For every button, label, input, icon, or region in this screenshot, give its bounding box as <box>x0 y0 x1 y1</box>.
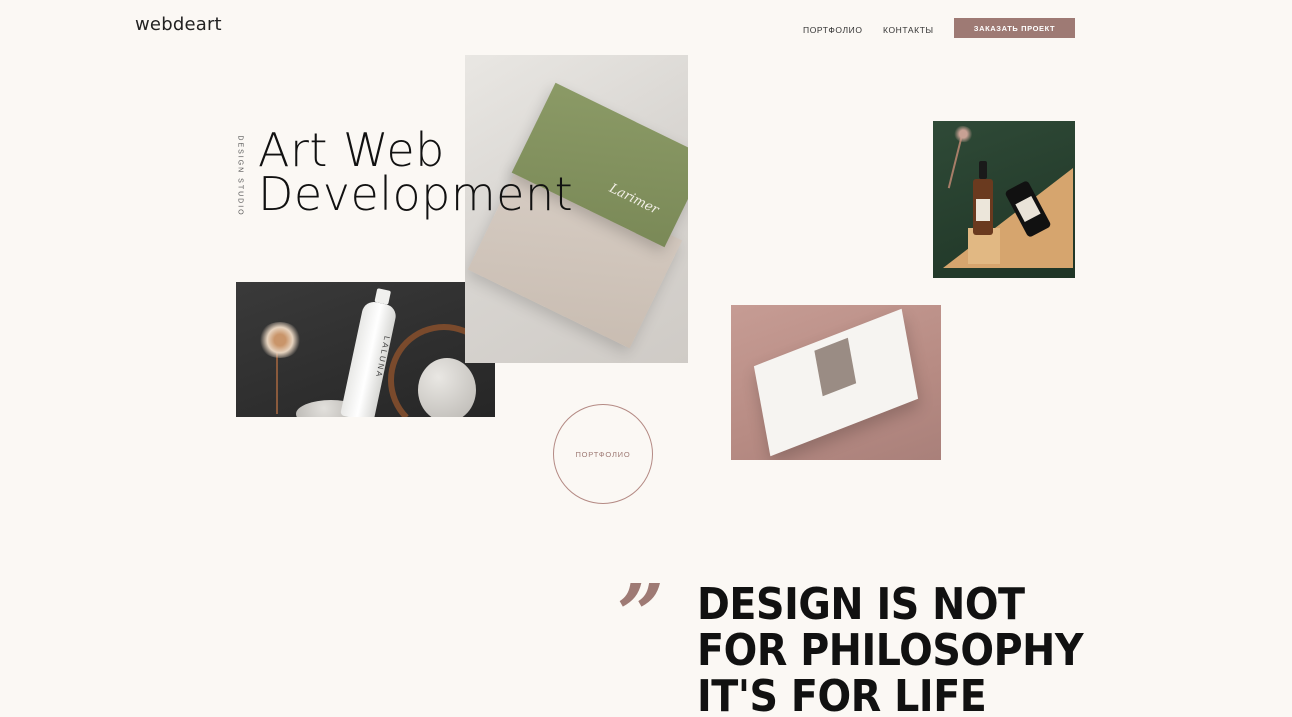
wooden-wedge <box>943 168 1073 268</box>
brochure-photo <box>731 305 941 460</box>
design-studio-label: DESIGN STUDIO <box>236 135 244 217</box>
nav-portfolio-link[interactable]: ПОРТФОЛИО <box>803 25 863 35</box>
logo[interactable]: webdeart <box>135 14 222 35</box>
quote-icon: ” <box>617 567 665 663</box>
dropper-bottle <box>973 161 993 235</box>
quote-line-3: IT'S FOR LIFE <box>697 671 987 717</box>
card-brand-text: Larimer <box>606 181 661 218</box>
quote-text: DESIGN IS NOT FOR PHILOSOPHY IT'S FOR LI… <box>697 579 1084 717</box>
order-project-button[interactable]: ЗАКАЗАТЬ ПРОЕКТ <box>954 18 1075 38</box>
lotion-bottle-photo: LALUNA <box>236 282 495 417</box>
serum-bottles-photo <box>933 121 1075 278</box>
hero-title-line-1: Art Web <box>258 123 445 177</box>
stone <box>418 358 476 417</box>
portfolio-circle-button[interactable]: ПОРТФОЛИО <box>553 404 653 504</box>
folded-brochure <box>753 308 919 457</box>
quote-line-2: FOR PHILOSOPHY <box>697 625 1084 676</box>
flower-stem <box>276 352 278 414</box>
hero-title: Art Web Development <box>258 123 574 221</box>
pump-bottle: LALUNA <box>340 299 398 417</box>
nav-contacts-link[interactable]: КОНТАКТЫ <box>883 25 934 35</box>
quote-line-1: DESIGN IS NOT <box>697 579 1025 630</box>
dried-flower <box>258 322 302 358</box>
hero-title-line-2: Development <box>258 167 574 221</box>
